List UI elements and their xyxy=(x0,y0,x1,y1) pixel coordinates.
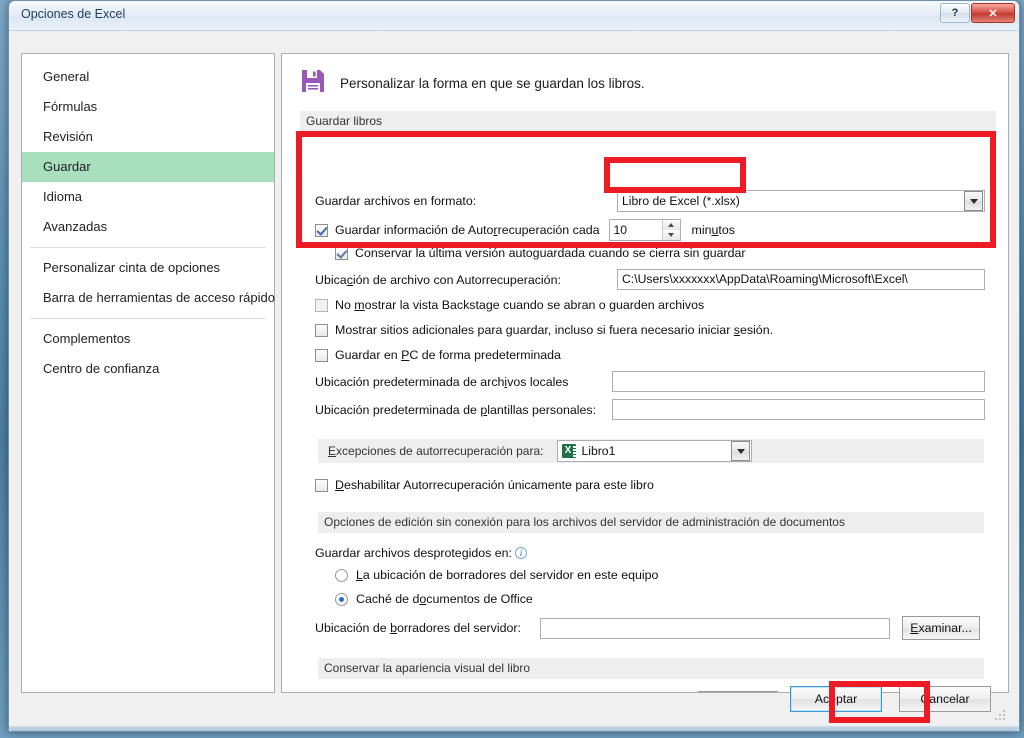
exceptions-workbook-value: Libro1 xyxy=(581,444,616,458)
server-drafts-location-row: Ubicación de borradores del servidor: Ex… xyxy=(315,616,993,640)
sidebar-divider-1 xyxy=(30,247,266,248)
server-drafts-location-label: Ubicación de borradores del servidor: xyxy=(315,621,521,635)
sidebar-item-revision[interactable]: Revisión xyxy=(22,122,274,152)
file-format-combobox[interactable]: Libro de Excel (*.xlsx) xyxy=(617,190,985,212)
sidebar-item-centro-confianza[interactable]: Centro de confianza xyxy=(22,354,274,384)
cancel-button[interactable]: Cancelar xyxy=(899,686,991,712)
no-backstage-row: No mostrar la vista Backstage cuando se … xyxy=(315,298,704,312)
save-to-pc-row: Guardar en PC de forma predeterminada xyxy=(315,348,561,362)
window-title: Opciones de Excel xyxy=(21,7,126,21)
autorecover-checkbox-label: Guardar información de Autorrecuperación… xyxy=(335,223,600,237)
additional-places-row: Mostrar sitios adicionales para guardar,… xyxy=(315,323,773,337)
keep-last-version-label: Conservar la última versión autoguardada… xyxy=(355,246,746,260)
options-sidebar: General Fórmulas Revisión Guardar Idioma… xyxy=(21,53,275,693)
stepper-up-icon[interactable] xyxy=(662,220,680,230)
close-button[interactable]: ✕ xyxy=(971,3,1015,23)
no-backstage-checkbox[interactable] xyxy=(315,298,328,312)
file-format-row: Guardar archivos en formato: Libro de Ex… xyxy=(315,190,987,212)
stepper-down-icon[interactable] xyxy=(662,230,680,240)
disable-autorecover-checkbox[interactable] xyxy=(315,478,328,492)
keep-last-version-checkbox[interactable] xyxy=(335,246,348,260)
section-header-excepciones: Excepciones de autorrecuperación para: X… xyxy=(318,439,984,463)
radio-office-cache-label: Caché de documentos de Office xyxy=(356,592,533,606)
no-backstage-label: No mostrar la vista Backstage cuando se … xyxy=(335,298,705,312)
additional-places-checkbox[interactable] xyxy=(315,323,328,337)
save-checked-out-label: Guardar archivos desprotegidos en: xyxy=(315,546,512,560)
save-to-pc-label: Guardar en PC de forma predeterminada xyxy=(335,348,561,362)
sidebar-item-complementos[interactable]: Complementos xyxy=(22,324,274,354)
title-bar: Opciones de Excel ? ✕ xyxy=(9,1,1019,31)
panel-header-text: Personalizar la forma en que se guardan … xyxy=(340,76,645,91)
section-header-offline: Opciones de edición sin conexión para lo… xyxy=(318,512,984,533)
sidebar-item-guardar[interactable]: Guardar xyxy=(22,152,274,182)
dialog-footer: Aceptar Cancelar xyxy=(17,669,1011,725)
default-local-location-input[interactable] xyxy=(612,371,985,392)
browse-button[interactable]: Examinar... xyxy=(902,616,980,640)
sidebar-item-personalizar-cinta[interactable]: Personalizar cinta de opciones xyxy=(22,253,274,283)
section-header-guardar-libros: Guardar libros xyxy=(300,111,996,132)
server-drafts-location-input[interactable] xyxy=(540,617,890,639)
radio-office-cache-row[interactable]: Caché de documentos de Office xyxy=(335,592,533,606)
info-icon[interactable]: i xyxy=(515,547,527,559)
file-format-value: Libro de Excel (*.xlsx) xyxy=(622,194,740,208)
sidebar-item-avanzadas[interactable]: Avanzadas xyxy=(22,212,274,242)
default-templates-row: Ubicación predeterminada de plantillas p… xyxy=(315,399,987,420)
default-templates-label: Ubicación predeterminada de plantillas p… xyxy=(315,402,597,417)
autorecover-minutes-value[interactable]: 10 xyxy=(610,220,662,240)
radio-office-cache[interactable] xyxy=(335,592,348,606)
panel-header: Personalizar la forma en que se guardan … xyxy=(282,54,1008,111)
sidebar-divider-2 xyxy=(30,318,266,319)
floppy-disk-icon xyxy=(300,68,326,99)
sidebar-item-barra-acceso-rapido[interactable]: Barra de herramientas de acceso rápido xyxy=(22,283,275,313)
options-content-panel: Personalizar la forma en que se guardan … xyxy=(281,53,1009,693)
ok-button[interactable]: Aceptar xyxy=(790,686,882,712)
help-button[interactable]: ? xyxy=(940,3,970,23)
autorecover-minutes-stepper[interactable]: 10 xyxy=(608,219,681,241)
exceptions-workbook-combobox[interactable]: X Libro1 xyxy=(557,440,753,462)
chevron-down-icon[interactable] xyxy=(731,441,751,461)
default-local-location-row: Ubicación predeterminada de archivos loc… xyxy=(315,371,987,392)
chevron-down-icon[interactable] xyxy=(964,191,983,211)
exceptions-label: Excepciones de autorrecuperación para: xyxy=(328,444,544,458)
disable-autorecover-label: Deshabilitar Autorrecuperación únicament… xyxy=(335,478,654,492)
default-templates-input[interactable] xyxy=(612,399,985,420)
autorecover-checkbox[interactable] xyxy=(315,223,328,237)
excel-workbook-icon: X xyxy=(562,444,577,458)
resize-grip[interactable] xyxy=(995,710,1007,722)
autorecover-location-row: Ubicación de archivo con Autorrecuperaci… xyxy=(315,269,987,290)
sidebar-item-idioma[interactable]: Idioma xyxy=(22,182,274,212)
dialog-body: General Fórmulas Revisión Guardar Idioma… xyxy=(9,31,1019,731)
autorecover-location-input[interactable]: C:\Users\xxxxxxx\AppData\Roaming\Microso… xyxy=(617,269,985,290)
additional-places-label: Mostrar sitios adicionales para guardar,… xyxy=(335,323,774,337)
excel-options-window: Opciones de Excel ? ✕ General Fórmulas R… xyxy=(8,0,1020,732)
autorecover-interval-row: Guardar información de Autorrecuperación… xyxy=(315,219,735,241)
window-bottom-edge xyxy=(9,726,1019,731)
default-local-location-label: Ubicación predeterminada de archivos loc… xyxy=(315,374,569,389)
window-controls: ? ✕ xyxy=(940,3,1015,23)
autorecover-location-label: Ubicación de archivo con Autorrecuperaci… xyxy=(315,272,561,287)
keep-last-version-row: Conservar la última versión autoguardada… xyxy=(335,246,746,260)
sidebar-item-formulas[interactable]: Fórmulas xyxy=(22,92,274,122)
radio-server-drafts-row[interactable]: La ubicación de borradores del servidor … xyxy=(335,568,658,582)
autorecover-minutes-unit: minutos xyxy=(691,223,735,237)
save-checked-out-row: Guardar archivos desprotegidos en: i xyxy=(315,546,527,560)
sidebar-item-general[interactable]: General xyxy=(22,62,274,92)
radio-server-drafts-label: La ubicación de borradores del servidor … xyxy=(356,568,659,582)
file-format-label: Guardar archivos en formato: xyxy=(315,194,477,208)
radio-server-drafts[interactable] xyxy=(335,568,348,582)
disable-autorecover-row: Deshabilitar Autorrecuperación únicament… xyxy=(315,478,654,492)
save-to-pc-checkbox[interactable] xyxy=(315,348,328,362)
